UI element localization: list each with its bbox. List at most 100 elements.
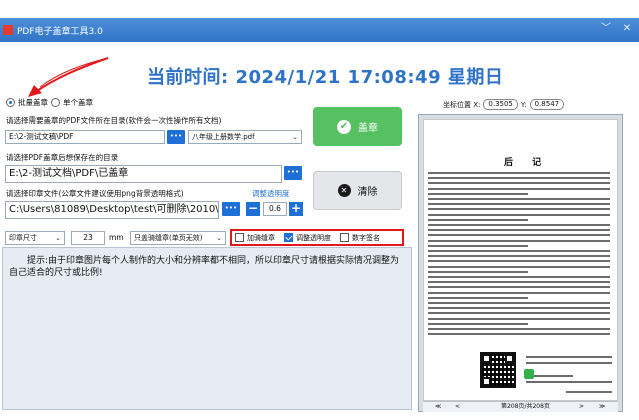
qr-corner xyxy=(482,354,491,363)
preview-text-line xyxy=(428,218,528,221)
digital-sign-label[interactable]: 数字签名 xyxy=(352,233,380,243)
coord-y-label: Y: xyxy=(520,100,527,109)
coord-x-value[interactable]: 0.3505 xyxy=(483,99,518,110)
info-text: 提示:由于印章图片每个人制作的大小和分辨率都不相同，所以印章尺寸请根据实际情况调… xyxy=(9,256,400,278)
coord-y-value[interactable]: 0.8547 xyxy=(529,99,565,110)
output-dir-label: 请选择PDF盖章后想保存在的目录 xyxy=(6,153,119,162)
preview-text-line xyxy=(428,208,610,211)
opacity-field[interactable]: 0.6 xyxy=(263,202,287,216)
preview-text-line xyxy=(428,296,528,299)
preview-text-line xyxy=(428,234,610,237)
source-dir-field[interactable]: E:\2-测试文稿\PDF xyxy=(5,130,165,144)
adjust-opacity-label: 调整透明度 xyxy=(252,189,290,198)
riding-seal-select[interactable]: 只盖骑缝章(单页无效) ⌄ xyxy=(130,231,226,245)
preview-text-line xyxy=(428,322,528,325)
preview-text-line xyxy=(428,198,610,200)
coord-x-label: 坐标位置 X: xyxy=(443,100,481,109)
preview-text-line xyxy=(428,270,528,273)
preview-text-line xyxy=(526,362,612,364)
digital-sign-checkbox[interactable] xyxy=(340,233,349,242)
chevron-down-icon: ⌄ xyxy=(216,234,222,242)
preview-text-line xyxy=(428,244,528,247)
preview-page-title: 后 记 xyxy=(504,158,550,168)
seal-button-label: 盖章 xyxy=(358,123,378,134)
next-page-button[interactable]: > xyxy=(579,402,584,412)
wechat-logo xyxy=(524,369,534,379)
preview-text-line xyxy=(526,356,612,358)
chevron-down-icon: ⌄ xyxy=(292,133,298,141)
mode-radio-group: 批量盖章 单个盖章 xyxy=(6,97,93,108)
minimize-icon[interactable]: ﹀ xyxy=(599,22,613,36)
batch-radio-label[interactable]: 批量盖章 xyxy=(18,97,48,108)
preview-pager: ≪ < 第208页/共208页 > ≫ xyxy=(423,401,618,412)
preview-text-line xyxy=(428,317,610,320)
preview-text-line xyxy=(428,203,610,206)
stamp-size-select[interactable]: 印章尺寸 ⌄ xyxy=(5,231,65,245)
info-textarea[interactable]: 提示:由于印章图片每个人制作的大小和分辨率都不相同，所以印章尺寸请根据实际情况调… xyxy=(2,247,412,410)
app-icon xyxy=(3,25,13,35)
preview-text-line xyxy=(428,333,610,336)
window-title: PDF电子盖章工具3.0 xyxy=(17,26,103,37)
chevron-down-icon: ⌄ xyxy=(55,234,61,242)
add-riding-label[interactable]: 加骑缝章 xyxy=(247,233,275,243)
preview-text-line xyxy=(526,381,612,383)
preview-text-line xyxy=(428,213,610,216)
preview-text-line xyxy=(428,182,610,185)
adjust-opacity-checkbox-label[interactable]: 调整透明度 xyxy=(296,233,331,243)
riding-seal-select-value: 只盖骑缝章(单页无效) xyxy=(134,234,203,242)
close-icon[interactable]: ✕ xyxy=(620,22,634,36)
preview-text-line xyxy=(428,224,610,226)
stamp-size-select-value: 印章尺寸 xyxy=(9,234,37,242)
last-page-button[interactable]: ≫ xyxy=(599,402,605,412)
preview-text-line xyxy=(428,302,610,304)
preview-text-line xyxy=(428,255,610,258)
preview-text-line xyxy=(428,192,528,195)
clear-button[interactable]: ✕ 清除 xyxy=(313,171,402,210)
current-time: 当前时间: 2024/1/21 17:08:49 星期日 xyxy=(147,67,504,88)
opacity-minus-button[interactable]: − xyxy=(246,202,260,216)
preview-text-line xyxy=(428,312,610,315)
source-browse-button[interactable]: ••• xyxy=(167,130,185,144)
clear-button-label: 清除 xyxy=(357,187,378,198)
preview-text-line xyxy=(428,239,610,242)
qr-corner xyxy=(482,377,491,386)
preview-text-line xyxy=(428,260,610,263)
file-select-value: 八年级上册数学.pdf xyxy=(192,133,255,141)
title-bar: PDF电子盖章工具3.0 ﹀ ✕ xyxy=(0,18,639,42)
stamp-size-field[interactable]: 23 xyxy=(71,231,105,245)
opacity-plus-button[interactable]: + xyxy=(289,202,303,216)
qr-corner xyxy=(505,354,514,363)
preview-text-line xyxy=(428,265,610,268)
preview-text-line xyxy=(428,276,610,278)
seal-button[interactable]: ✔ 盖章 xyxy=(313,107,402,146)
adjust-opacity-checkbox[interactable] xyxy=(284,233,293,242)
preview-text-line xyxy=(428,291,610,294)
options-checkbox-group: 加骑缝章 调整透明度 数字签名 xyxy=(230,229,404,246)
preview-text-line xyxy=(428,307,610,310)
first-page-button[interactable]: ≪ xyxy=(435,402,441,412)
stamp-file-field[interactable]: C:\Users\81089\Desktop\test\可删除\2010\ xyxy=(5,201,219,219)
single-radio-label[interactable]: 单个盖章 xyxy=(63,97,93,108)
single-radio[interactable] xyxy=(51,98,60,107)
preview-text-line xyxy=(428,229,610,232)
check-circle-icon: ✔ xyxy=(337,119,351,134)
coordinate-readout: 坐标位置 X: 0.3505 Y: 0.8547 xyxy=(443,99,565,110)
annotation-arrow xyxy=(28,57,109,97)
stamp-browse-button[interactable]: ••• xyxy=(222,202,240,216)
preview-text-line xyxy=(428,286,610,289)
preview-text-line xyxy=(428,187,610,190)
add-riding-checkbox[interactable] xyxy=(235,233,244,242)
batch-radio[interactable] xyxy=(6,98,15,107)
stamp-file-label: 请选择印章文件(公章文件建议使用png背景透明格式) xyxy=(6,189,184,198)
file-select[interactable]: 八年级上册数学.pdf ⌄ xyxy=(188,130,302,144)
prev-page-button[interactable]: < xyxy=(455,402,460,412)
output-dir-field[interactable]: E:\2-测试文档\PDF\已盖章 xyxy=(5,165,282,183)
preview-text-line xyxy=(566,391,612,393)
source-dir-label: 请选择需要盖章的PDF文件所在目录(软件会一次性操作所有文档) xyxy=(6,116,222,125)
preview-text-line xyxy=(428,281,610,284)
close-circle-icon: ✕ xyxy=(337,184,351,197)
preview-text-line xyxy=(428,177,610,180)
size-unit-label: mm xyxy=(109,233,124,242)
output-browse-button[interactable]: ••• xyxy=(284,166,302,180)
preview-text-line xyxy=(428,250,610,252)
